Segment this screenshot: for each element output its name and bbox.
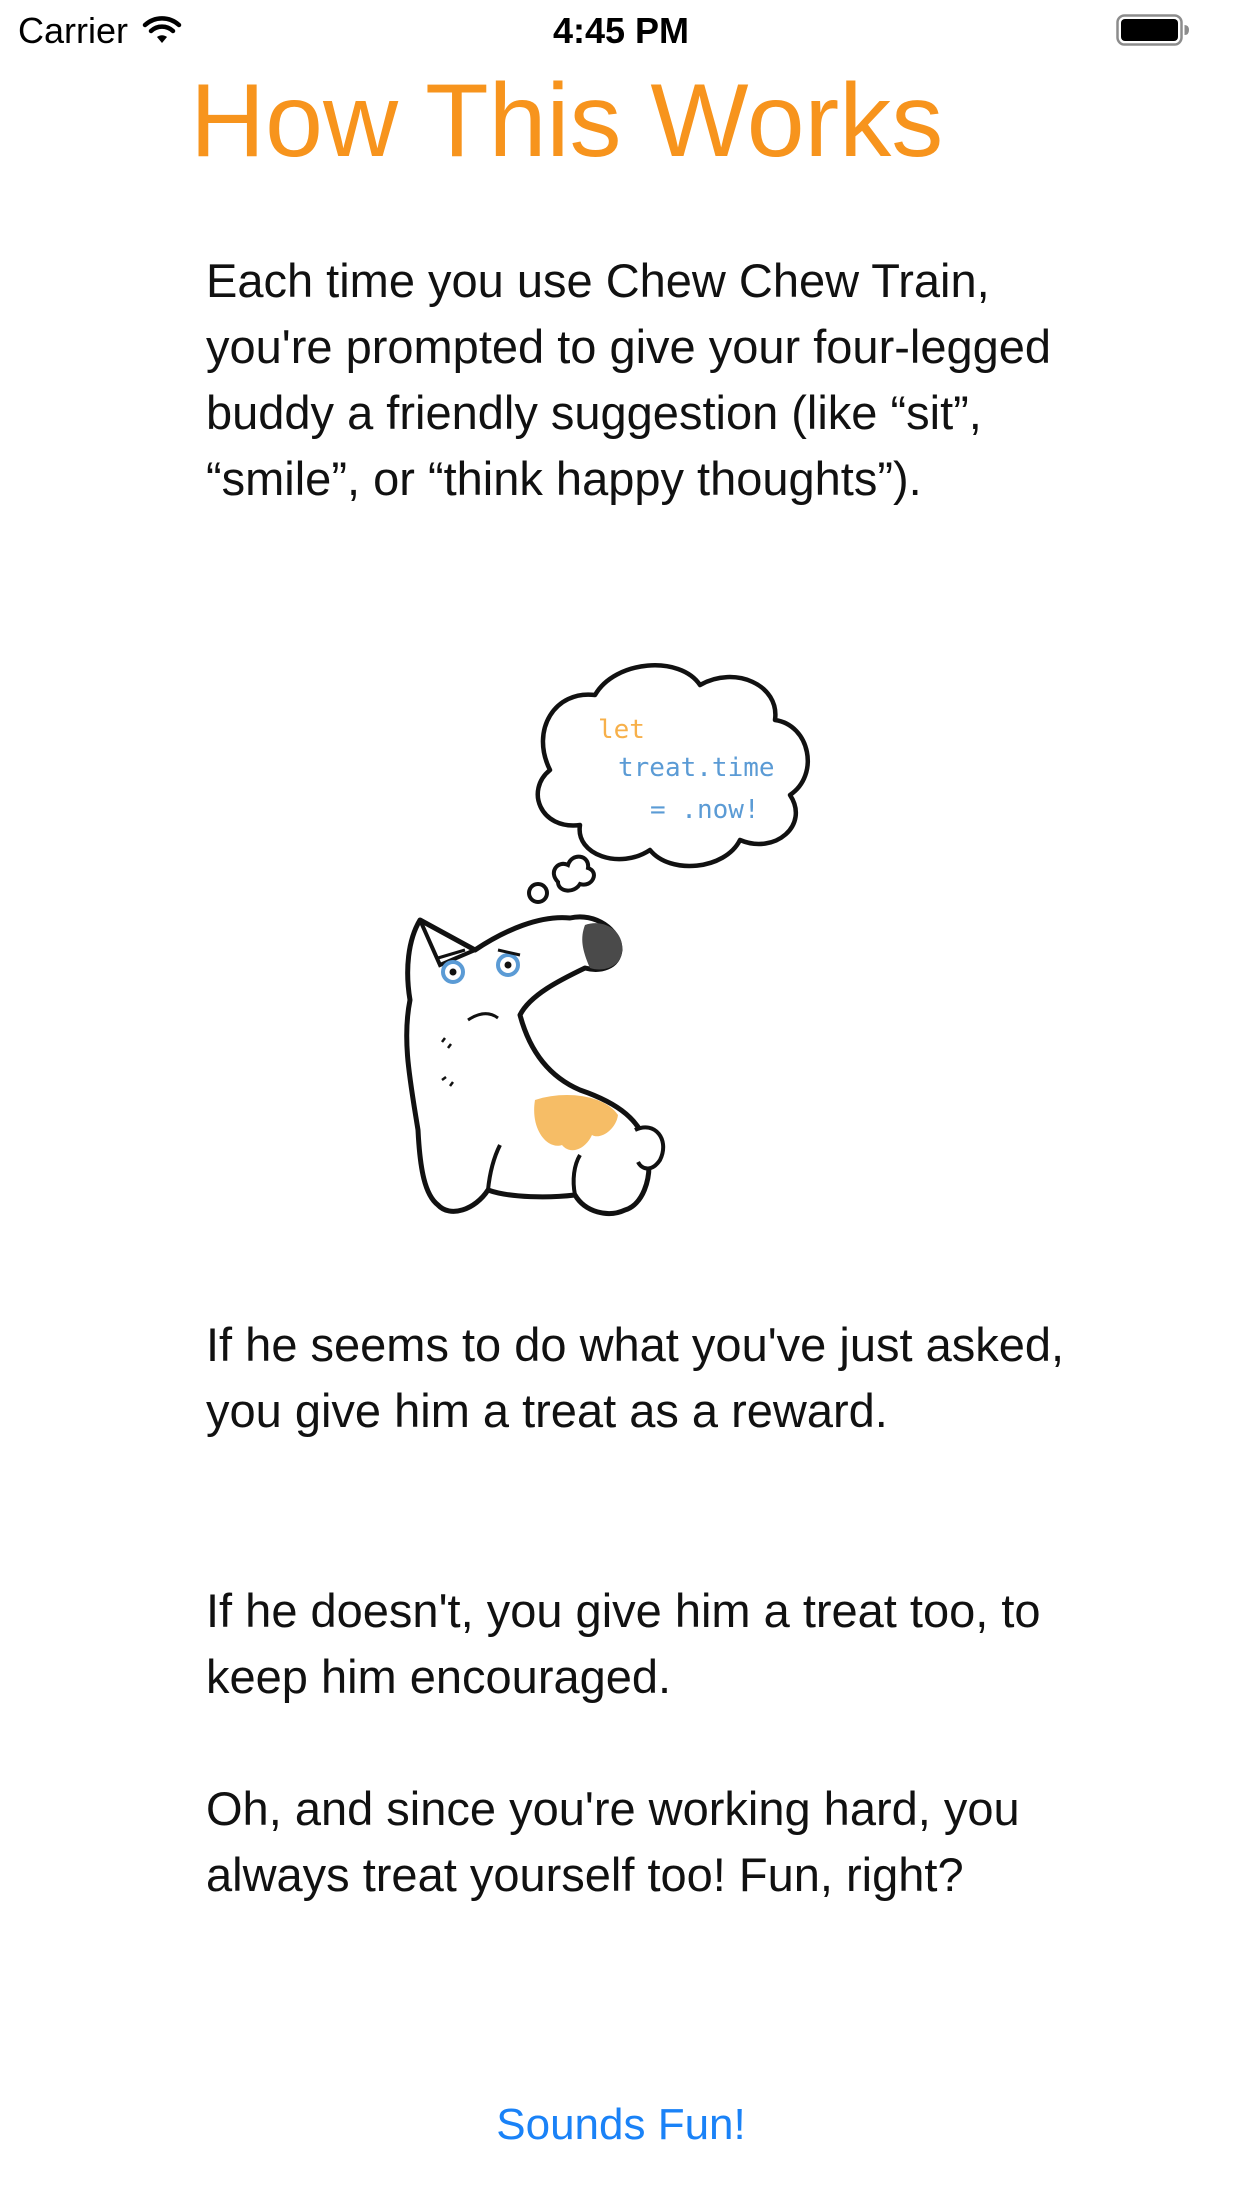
- status-bar: Carrier 4:45 PM: [0, 0, 1242, 60]
- treat-yourself-paragraph: Oh, and since you're working hard, you a…: [206, 1782, 1020, 1901]
- treat-reward-paragraph: If he seems to do what you've just asked…: [206, 1318, 1065, 1437]
- page-title: How This Works: [190, 63, 944, 179]
- intro-paragraph: Each time you use Chew Chew Train, you'r…: [206, 254, 1052, 505]
- treat-encourage-paragraph: If he doesn't, you give him a treat too,…: [206, 1584, 1041, 1703]
- code-line-2: treat.time: [618, 753, 775, 783]
- dog-tail: [634, 1125, 666, 1171]
- status-time: 4:45 PM: [552, 10, 690, 51]
- thought-bubble-small: [527, 882, 549, 904]
- thought-bubble-medium: [551, 854, 596, 893]
- thinking-dog-illustration: let treat.time = .now!: [404, 663, 810, 1216]
- battery-icon: [1116, 14, 1189, 46]
- code-keyword: let: [598, 715, 645, 745]
- dog-nose: [582, 923, 623, 970]
- sounds-fun-button[interactable]: Sounds Fun!: [0, 2100, 1242, 2150]
- code-line-3: = .now!: [650, 795, 760, 825]
